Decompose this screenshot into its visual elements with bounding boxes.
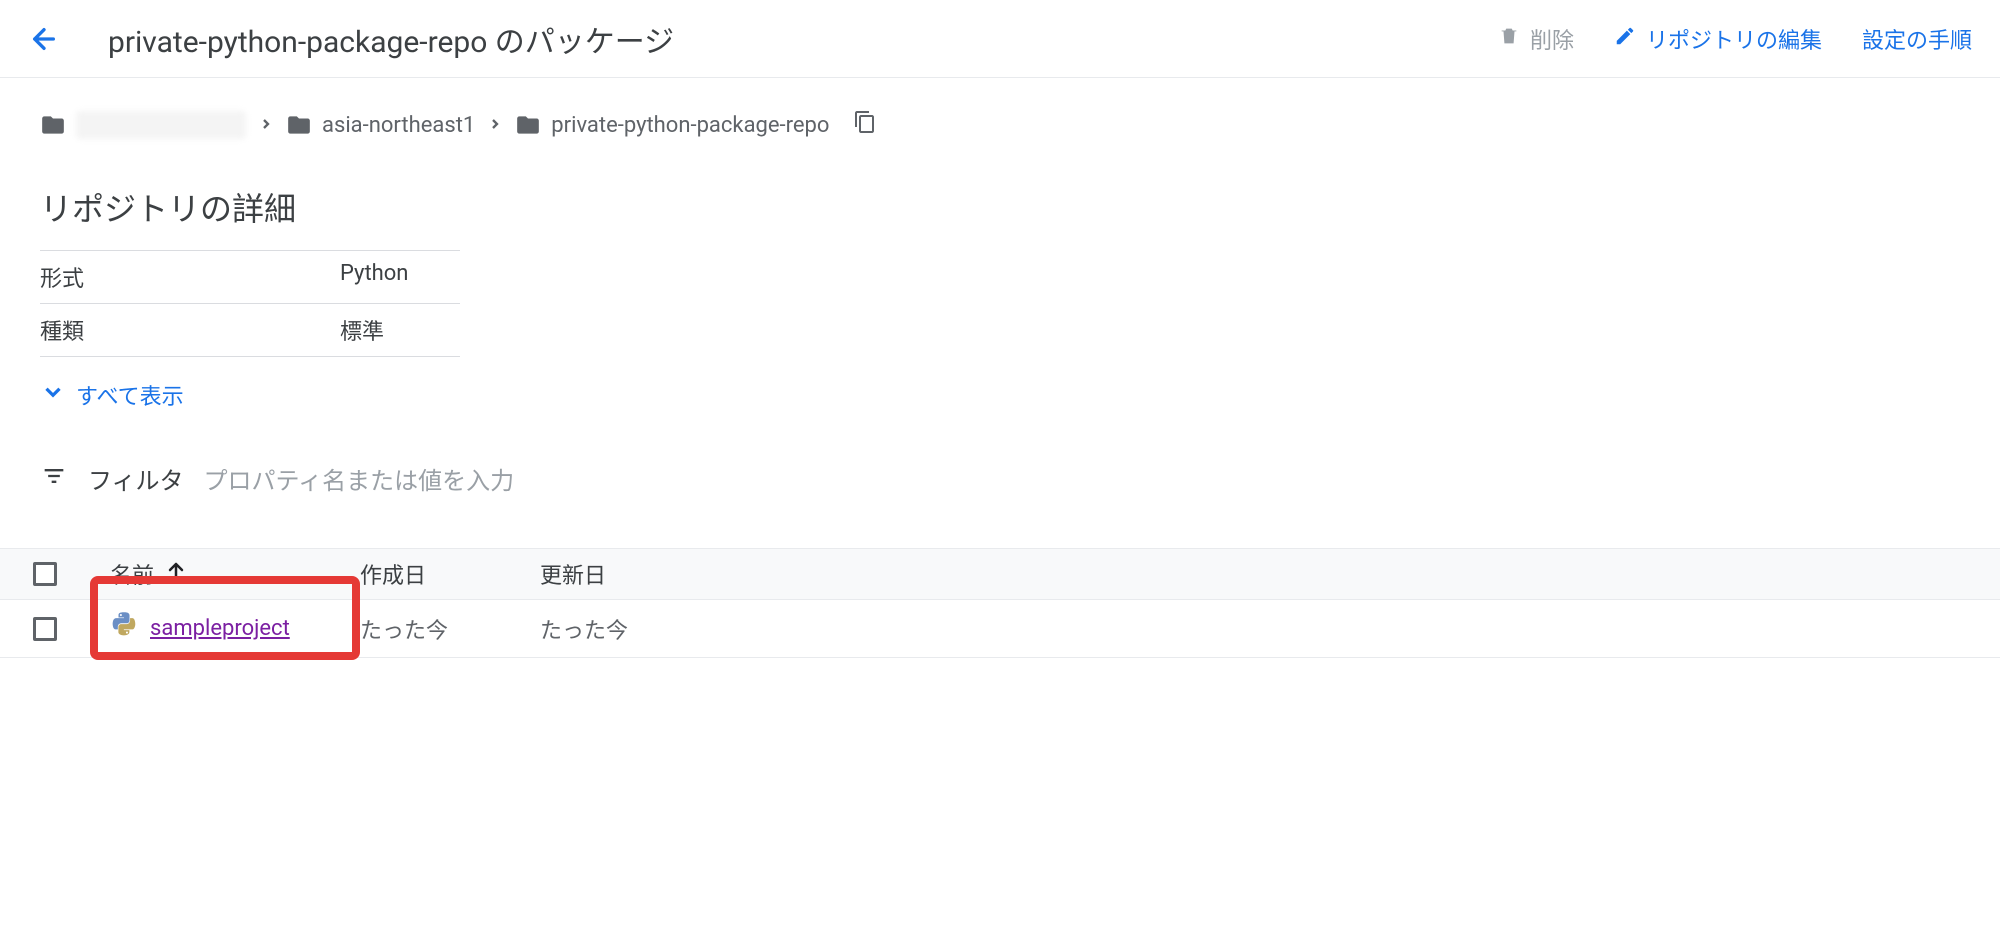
- col-created-header[interactable]: 作成日: [360, 558, 540, 590]
- pencil-icon: [1614, 25, 1636, 53]
- col-updated-header[interactable]: 更新日: [540, 558, 740, 590]
- breadcrumb-region-label: asia-northeast1: [322, 113, 475, 138]
- copy-button[interactable]: [853, 110, 877, 140]
- created-cell: たった今: [360, 613, 540, 645]
- trash-icon: [1498, 25, 1520, 53]
- col-name-header[interactable]: 名前: [90, 558, 360, 590]
- show-all-button[interactable]: すべて表示: [40, 379, 1960, 411]
- detail-format-label: 形式: [40, 261, 340, 293]
- setup-label: 設定の手順: [1862, 23, 1972, 55]
- delete-button[interactable]: 削除: [1498, 23, 1574, 55]
- col-name-label: 名前: [110, 558, 154, 590]
- table-header: 名前 作成日 更新日: [0, 548, 2000, 600]
- edit-label: リポジトリの編集: [1646, 23, 1822, 55]
- filter-icon[interactable]: [40, 462, 68, 496]
- detail-format-value: Python: [340, 261, 460, 293]
- select-all-checkbox[interactable]: [33, 562, 57, 586]
- chevron-down-icon: [40, 379, 66, 411]
- page-title: private-python-package-repo のパッケージ: [108, 17, 1498, 61]
- breadcrumb-region[interactable]: asia-northeast1: [286, 112, 475, 138]
- package-link[interactable]: sampleproject: [150, 616, 290, 641]
- chevron-right-icon: [487, 113, 503, 138]
- filter-label: フィルタ: [88, 461, 184, 496]
- copy-icon: [853, 110, 877, 134]
- breadcrumb-repo-label: private-python-package-repo: [551, 113, 829, 138]
- show-all-label: すべて表示: [76, 379, 184, 411]
- folder-icon: [40, 112, 66, 138]
- table-row: sampleproject たった今 たった今: [0, 600, 2000, 658]
- detail-type-value: 標準: [340, 314, 460, 346]
- detail-table: 形式 Python 種類 標準: [40, 250, 460, 357]
- row-checkbox[interactable]: [33, 617, 57, 641]
- folder-icon: [515, 112, 541, 138]
- delete-label: 削除: [1530, 23, 1574, 55]
- chevron-right-icon: [258, 113, 274, 138]
- python-icon: [110, 612, 138, 646]
- back-button[interactable]: [28, 23, 60, 55]
- updated-cell: たった今: [540, 613, 740, 645]
- detail-type-label: 種類: [40, 314, 340, 346]
- setup-button[interactable]: 設定の手順: [1862, 23, 1972, 55]
- filter-input[interactable]: プロパティ名または値を入力: [204, 461, 515, 496]
- breadcrumb-repo[interactable]: private-python-package-repo: [515, 112, 829, 138]
- sort-ascending-icon: [164, 559, 188, 589]
- breadcrumb-project-blurred: [76, 111, 246, 139]
- edit-repo-button[interactable]: リポジトリの編集: [1614, 23, 1822, 55]
- folder-icon: [286, 112, 312, 138]
- section-title: リポジトリの詳細: [40, 184, 1960, 230]
- breadcrumb: asia-northeast1 private-python-package-r…: [40, 110, 1960, 140]
- breadcrumb-project[interactable]: [40, 111, 246, 139]
